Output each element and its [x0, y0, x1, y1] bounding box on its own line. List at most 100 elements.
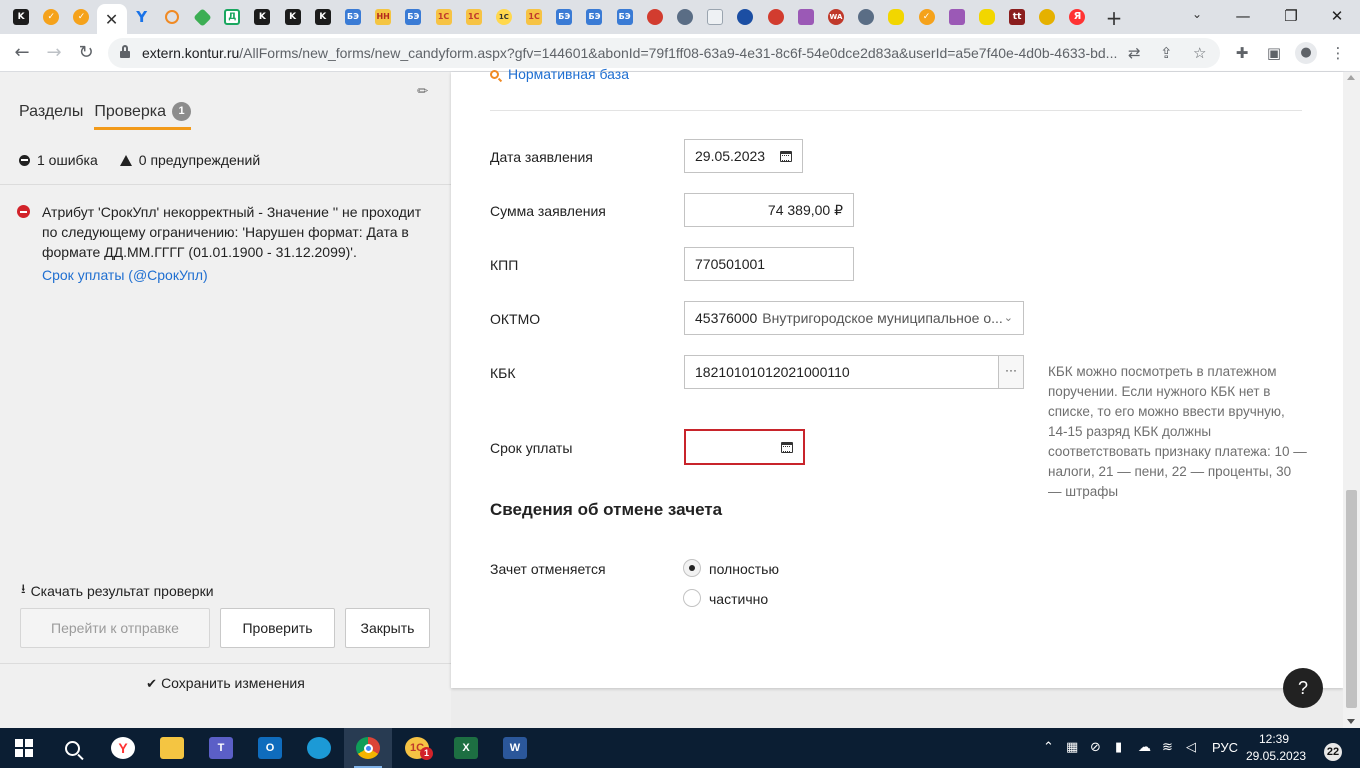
browser-tab[interactable] [157, 4, 187, 30]
date-input[interactable]: 29.05.2023 [684, 139, 803, 173]
go-to-send-button[interactable]: Перейти к отправке [20, 608, 210, 648]
kbk-picker-button[interactable]: ··· [998, 355, 1024, 389]
browser-tab[interactable]: БЭ [579, 4, 609, 30]
side-panel-icon[interactable]: ▣ [1263, 42, 1285, 64]
network-error-tray-icon[interactable]: ⊘ [1090, 740, 1101, 755]
browser-tab[interactable]: БЭ [610, 4, 640, 30]
browser-tab[interactable]: БЭ [338, 4, 368, 30]
extensions-puzzle-icon[interactable]: ✚ [1231, 42, 1253, 64]
scroll-up-arrow-icon[interactable] [1347, 75, 1355, 80]
calendar-icon[interactable] [780, 151, 792, 162]
browser-tab[interactable]: WA [821, 4, 851, 30]
close-button[interactable]: Закрыть [345, 608, 430, 648]
new-tab-button[interactable]: + [1104, 6, 1124, 30]
browser-tab[interactable]: Y [127, 4, 157, 30]
teams-tray-icon[interactable]: ▦ [1066, 740, 1078, 755]
bookmark-star-icon[interactable]: ☆ [1193, 44, 1206, 62]
scrollbar[interactable] [1343, 72, 1360, 728]
close-window-button[interactable]: ✕ [1322, 4, 1352, 28]
browser-tab[interactable] [881, 4, 911, 30]
normative-base-link[interactable]: Нормативная база [490, 66, 629, 82]
pin-icon[interactable]: ✎ [414, 82, 432, 100]
browser-tab[interactable] [942, 4, 972, 30]
taskbar-word[interactable]: W [491, 728, 539, 768]
reload-icon[interactable]: ↻ [74, 41, 98, 65]
browser-tab[interactable]: 1С [428, 4, 458, 30]
lock-icon[interactable] [120, 45, 130, 59]
browser-tab[interactable] [670, 4, 700, 30]
browser-tab[interactable] [640, 4, 670, 30]
kbk-input[interactable]: 18210101012021000110 [684, 355, 999, 389]
browser-tab[interactable] [972, 4, 1002, 30]
browser-tab[interactable]: БЭ [398, 4, 428, 30]
browser-tab[interactable]: 1С [489, 4, 519, 30]
oktmo-select[interactable]: 45376000 Внутригородское муниципальное о… [684, 301, 1024, 335]
taskbar-file-explorer[interactable] [148, 728, 196, 768]
browser-tab[interactable]: ✓ [36, 4, 66, 30]
due-date-input[interactable] [684, 429, 805, 465]
close-icon[interactable]: ✕ [105, 10, 118, 29]
browser-tab[interactable] [700, 4, 730, 30]
browser-tab[interactable]: K [247, 4, 277, 30]
browser-tab[interactable]: K [308, 4, 338, 30]
taskbar-yandex-browser[interactable]: Y [99, 728, 147, 768]
notification-count-badge[interactable]: 22 [1324, 743, 1342, 761]
restore-button[interactable]: ❐ [1276, 4, 1306, 28]
browser-tab[interactable]: ✕ [96, 4, 127, 34]
minimize-button[interactable]: — [1228, 4, 1258, 28]
error-count[interactable]: 1 ошибка [37, 152, 98, 168]
tab-sections[interactable]: Разделы [19, 102, 83, 130]
profile-avatar-icon[interactable]: ● [1295, 42, 1317, 64]
tab-search-chevron-icon[interactable]: ⌄ [1192, 7, 1202, 21]
error-field-link[interactable]: Срок уплаты (@СрокУпл) [42, 267, 437, 283]
search-button[interactable] [48, 728, 96, 768]
tray-overflow-chevron-icon[interactable]: ⌃ [1043, 740, 1054, 755]
speaker-muted-icon[interactable]: ◁ [1186, 740, 1196, 755]
browser-tab[interactable] [851, 4, 881, 30]
browser-tab[interactable] [1032, 4, 1062, 30]
browser-tab[interactable] [761, 4, 791, 30]
forward-arrow-icon[interactable]: → [42, 41, 66, 65]
browser-tab[interactable]: tt [1002, 4, 1032, 30]
tab-check[interactable]: Проверка 1 [94, 102, 192, 130]
taskbar-chrome[interactable] [344, 728, 392, 768]
address-bar[interactable]: extern.kontur.ru/AllForms/new_forms/new_… [108, 38, 1220, 68]
start-button[interactable] [0, 728, 48, 768]
help-button[interactable]: ? [1283, 668, 1323, 708]
scroll-down-arrow-icon[interactable] [1347, 719, 1355, 724]
check-button[interactable]: Проверить [220, 608, 335, 648]
browser-tab[interactable]: БЭ [549, 4, 579, 30]
browser-tab[interactable] [187, 4, 217, 30]
radio-full-label[interactable]: полностью [709, 561, 779, 577]
browser-tab[interactable]: ✓ [66, 4, 96, 30]
browser-tab[interactable]: Д [217, 4, 247, 30]
radio-partial-label[interactable]: частично [709, 591, 768, 607]
calendar-icon[interactable] [781, 442, 793, 453]
browser-tab[interactable] [730, 4, 760, 30]
share-icon[interactable]: ⇪ [1160, 44, 1173, 62]
browser-tab[interactable]: НН [368, 4, 398, 30]
taskbar-1c[interactable]: 1С 1 [393, 728, 441, 768]
taskbar-teams[interactable]: T [197, 728, 245, 768]
language-indicator[interactable]: РУС [1212, 740, 1238, 755]
wifi-icon[interactable]: ≋ [1162, 740, 1173, 755]
scrollbar-thumb[interactable] [1346, 490, 1357, 708]
sum-input[interactable]: 74 389,00 ₽ [684, 193, 854, 227]
taskbar-outlook[interactable]: O [246, 728, 294, 768]
menu-kebab-icon[interactable]: ⋮ [1327, 42, 1349, 64]
browser-tab[interactable]: K [6, 4, 36, 30]
translate-icon[interactable]: ⇄ [1128, 44, 1141, 62]
browser-tab[interactable]: ✓ [911, 4, 941, 30]
browser-tab[interactable] [791, 4, 821, 30]
browser-tab[interactable]: K [278, 4, 308, 30]
cloud-tray-icon[interactable]: ☁ [1138, 740, 1151, 755]
radio-partial[interactable] [683, 589, 701, 607]
browser-tab[interactable]: 1С [459, 4, 489, 30]
url-text[interactable]: extern.kontur.ru/AllForms/new_forms/new_… [142, 45, 1122, 61]
download-result-link[interactable]: ⭳ Скачать результат проверки [21, 580, 214, 602]
warning-count[interactable]: 0 предупреждений [139, 152, 260, 168]
browser-tab[interactable]: 1С [519, 4, 549, 30]
kpp-input[interactable]: 770501001 [684, 247, 854, 281]
browser-tab[interactable]: Я [1062, 4, 1092, 30]
clock[interactable]: 12:39 29.05.2023 [1246, 731, 1306, 765]
